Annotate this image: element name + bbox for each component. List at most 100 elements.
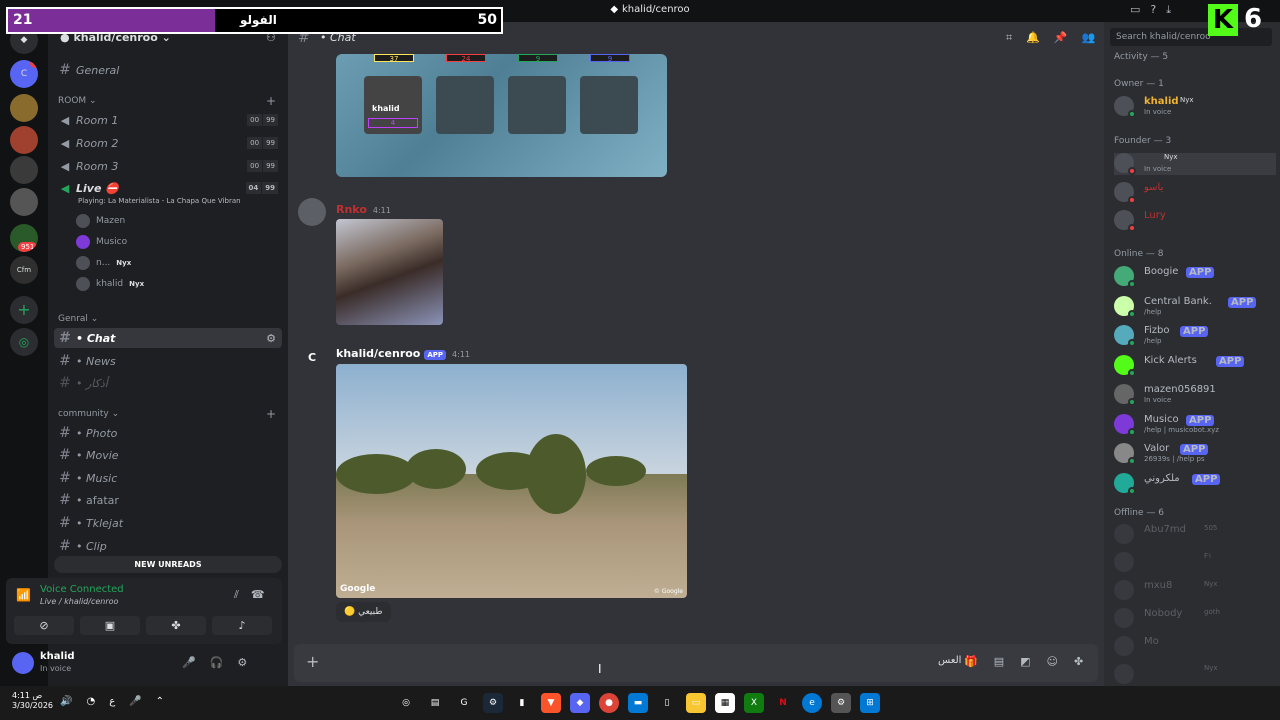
channel-movie[interactable]: # • Movie	[54, 445, 282, 465]
server-icon-cenroo[interactable]: C4	[10, 60, 38, 88]
street-view-image[interactable]: Google © Google	[336, 364, 687, 598]
category-room[interactable]: ROOM ⌄ +	[58, 94, 276, 108]
member-item[interactable]: mazen056891 In voice	[1114, 384, 1276, 406]
voice-channel-room-1[interactable]: ◀ Room 1 00 99	[54, 110, 282, 130]
member-item[interactable]: Boogie APP	[1114, 266, 1276, 288]
message-composer[interactable]: + العس 🎁 ▤ ◩ ☺ ✤	[294, 644, 1098, 682]
threads-icon[interactable]: ⌗	[1006, 31, 1012, 45]
volume-icon[interactable]: 🔊	[60, 696, 72, 707]
member-item[interactable]: Nobody goth	[1114, 608, 1276, 630]
edge-icon[interactable]: e	[802, 693, 822, 713]
chevron-up-icon[interactable]: ⌃	[156, 696, 164, 707]
avatar[interactable]	[298, 198, 326, 226]
netflix-icon[interactable]: N	[773, 693, 793, 713]
add-channel-icon[interactable]: +	[266, 94, 276, 108]
channel-music[interactable]: # • Music	[54, 468, 282, 488]
voice-user[interactable]: Mazen	[76, 212, 125, 230]
channel-photo[interactable]: # • Photo	[54, 423, 282, 443]
headphones-icon[interactable]: 🎧	[210, 656, 224, 669]
member-item[interactable]: Mo	[1114, 636, 1276, 658]
game-map-image[interactable]: 37 24 9 9 khalid 4	[336, 54, 667, 177]
member-item[interactable]: Nyx	[1114, 664, 1276, 686]
avatar[interactable]	[12, 652, 34, 674]
disconnect-icon[interactable]: ☎	[251, 588, 265, 602]
discord-icon[interactable]: ◆	[570, 693, 590, 713]
emoji-icon[interactable]: ☺	[1047, 655, 1058, 668]
member-item[interactable]: khalid Nyx In voice	[1114, 96, 1276, 118]
server-icon[interactable]	[10, 94, 38, 122]
server-icon[interactable]: 951	[10, 224, 38, 252]
app-icon[interactable]: ▤	[425, 693, 445, 713]
attach-plus-icon[interactable]: +	[306, 652, 319, 671]
composer-input[interactable]: العس	[938, 655, 961, 666]
member-item[interactable]: F١	[1114, 552, 1276, 574]
inbox-icon[interactable]: ▭	[1130, 3, 1140, 19]
member-item[interactable]: Lury	[1114, 210, 1276, 232]
voice-channel-path[interactable]: Live / khalid/cenroo	[40, 597, 118, 606]
new-unreads-button[interactable]: NEW UNREADS	[54, 556, 282, 573]
member-item[interactable]: Nyx In voice	[1114, 153, 1276, 175]
server-icon-cfm[interactable]: Cfm	[10, 256, 38, 284]
windows-icon[interactable]: ⊞	[860, 693, 880, 713]
screen-share-button[interactable]: ▣	[80, 616, 140, 635]
voice-channel-live[interactable]: ◀ Live ⛔ 04 99	[54, 178, 282, 198]
member-item[interactable]: Abu7md 505	[1114, 524, 1276, 546]
voice-channel-room-3[interactable]: ◀ Room 3 00 99	[54, 156, 282, 176]
category-community[interactable]: community ⌄ +	[58, 407, 276, 421]
member-item[interactable]: ملكروني APP	[1114, 472, 1276, 495]
app-icon[interactable]: ◎	[396, 693, 416, 713]
channel-news[interactable]: # • News	[54, 351, 282, 371]
noise-suppression-icon[interactable]: ⫽	[234, 588, 239, 602]
channel-general[interactable]: # General	[54, 60, 282, 80]
folder-icon[interactable]: ▭	[686, 693, 706, 713]
gift-icon[interactable]: 🎁	[964, 655, 978, 668]
channel-azkar[interactable]: # • أذكار	[54, 373, 282, 393]
app-icon[interactable]: ▯	[657, 693, 677, 713]
app-icon[interactable]: ▮	[512, 693, 532, 713]
voice-user[interactable]: khalid Nyx	[76, 275, 144, 293]
server-icon[interactable]	[10, 188, 38, 216]
member-item[interactable]: Kick Alerts APP	[1114, 354, 1276, 377]
pin-icon[interactable]: 📌	[1054, 31, 1068, 45]
settings-icon[interactable]: ⚙	[266, 332, 276, 345]
language-indicator[interactable]: ع	[109, 696, 115, 707]
app-icon[interactable]: G	[454, 693, 474, 713]
gif-image[interactable]	[336, 219, 443, 325]
gif-icon[interactable]: ▤	[994, 655, 1004, 668]
camera-off-button[interactable]: ⊘	[14, 616, 74, 635]
member-item[interactable]: Valor 26939s | /help ps APP	[1114, 443, 1276, 465]
clock[interactable]: 4:11 ص 3/30/2026	[12, 691, 53, 711]
mic-icon[interactable]: 🎤	[129, 696, 141, 707]
channel-chat[interactable]: # • Chat ⚙	[54, 328, 282, 348]
xbox-icon[interactable]: X	[744, 693, 764, 713]
add-server-icon[interactable]: +	[10, 296, 38, 324]
channel-clip[interactable]: # • Clip	[54, 536, 282, 556]
wifi-icon[interactable]: ◔	[86, 696, 95, 707]
add-channel-icon[interactable]: +	[266, 407, 276, 421]
server-icon[interactable]	[10, 156, 38, 184]
voice-user[interactable]: Musico	[76, 233, 127, 251]
bot-avatar-icon[interactable]: C	[298, 344, 326, 372]
category-genral[interactable]: Genral ⌄	[58, 314, 98, 324]
member-item[interactable]: Fizbo/help APP	[1114, 325, 1276, 347]
mic-icon[interactable]: 🎤	[182, 656, 196, 669]
explore-icon[interactable]: ◎	[10, 328, 38, 356]
chrome-icon[interactable]: ●	[599, 693, 619, 713]
brave-icon[interactable]: ▼	[541, 693, 561, 713]
voice-user[interactable]: n... Nyx	[76, 254, 131, 272]
member-item[interactable]: ياسو	[1114, 182, 1276, 204]
server-icon[interactable]	[10, 126, 38, 154]
store-icon[interactable]: ▦	[715, 693, 735, 713]
apps-icon[interactable]: ✤	[1074, 655, 1083, 668]
app-icon[interactable]: ▬	[628, 693, 648, 713]
sticker-icon[interactable]: ◩	[1020, 655, 1030, 668]
channel-tklejat[interactable]: # • Tklejat	[54, 513, 282, 533]
help-icon[interactable]: ?	[1150, 3, 1156, 19]
member-item[interactable]: Musico/help | musicobot.xyz APP	[1114, 413, 1276, 436]
member-item[interactable]: mxu8 Nyx	[1114, 580, 1276, 602]
steam-icon[interactable]: ⚙	[483, 693, 503, 713]
gear-icon[interactable]: ⚙	[237, 656, 247, 669]
member-item[interactable]: Central Bank./help APP	[1114, 295, 1276, 318]
soundboard-button[interactable]: ♪	[212, 616, 272, 635]
members-icon[interactable]: 👥	[1082, 31, 1096, 45]
